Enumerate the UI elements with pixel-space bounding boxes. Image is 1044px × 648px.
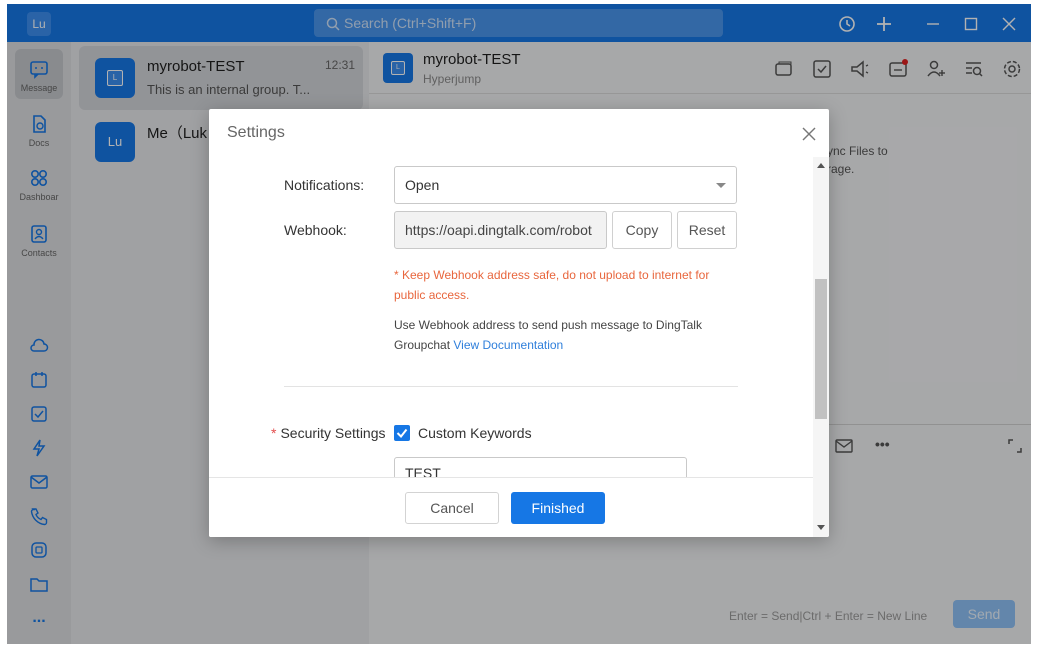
security-settings-text: Security Settings: [280, 425, 386, 441]
webhook-field[interactable]: https://oapi.dingtalk.com/robot: [394, 211, 607, 249]
copy-button[interactable]: Copy: [612, 211, 672, 249]
webhook-label: Webhook:: [284, 222, 347, 238]
keyword-input[interactable]: TEST: [394, 457, 687, 477]
notifications-label: Notifications:: [284, 177, 365, 193]
security-settings-label: * Security Settings: [271, 425, 386, 441]
webhook-warning: * Keep Webhook address safe, do not uplo…: [394, 268, 710, 302]
webhook-info: Use Webhook address to send push message…: [394, 315, 739, 355]
section-divider: [284, 386, 738, 387]
dialog-scrollbar[interactable]: [813, 157, 829, 537]
scroll-up-icon[interactable]: [817, 163, 825, 168]
notifications-value: Open: [405, 177, 440, 193]
dialog-title: Settings: [227, 124, 285, 141]
checkmark-icon: [396, 428, 408, 439]
cancel-button[interactable]: Cancel: [405, 492, 499, 524]
reset-button[interactable]: Reset: [677, 211, 737, 249]
notifications-select[interactable]: Open: [394, 166, 737, 204]
view-documentation-link[interactable]: View Documentation: [453, 338, 563, 352]
custom-keywords-checkbox[interactable]: [394, 425, 410, 441]
custom-keywords-label: Custom Keywords: [418, 425, 532, 441]
finished-button[interactable]: Finished: [511, 492, 605, 524]
scroll-thumb[interactable]: [815, 279, 827, 419]
dialog-body: Notifications: Open Webhook: https://oap…: [209, 157, 813, 477]
settings-dialog: Settings Notifications: Open Webhook: ht…: [209, 109, 829, 537]
close-icon[interactable]: [801, 126, 817, 142]
scroll-down-icon[interactable]: [817, 525, 825, 530]
required-marker: *: [271, 425, 277, 441]
dialog-footer: Cancel Finished: [209, 477, 813, 537]
chevron-down-icon: [716, 183, 726, 188]
